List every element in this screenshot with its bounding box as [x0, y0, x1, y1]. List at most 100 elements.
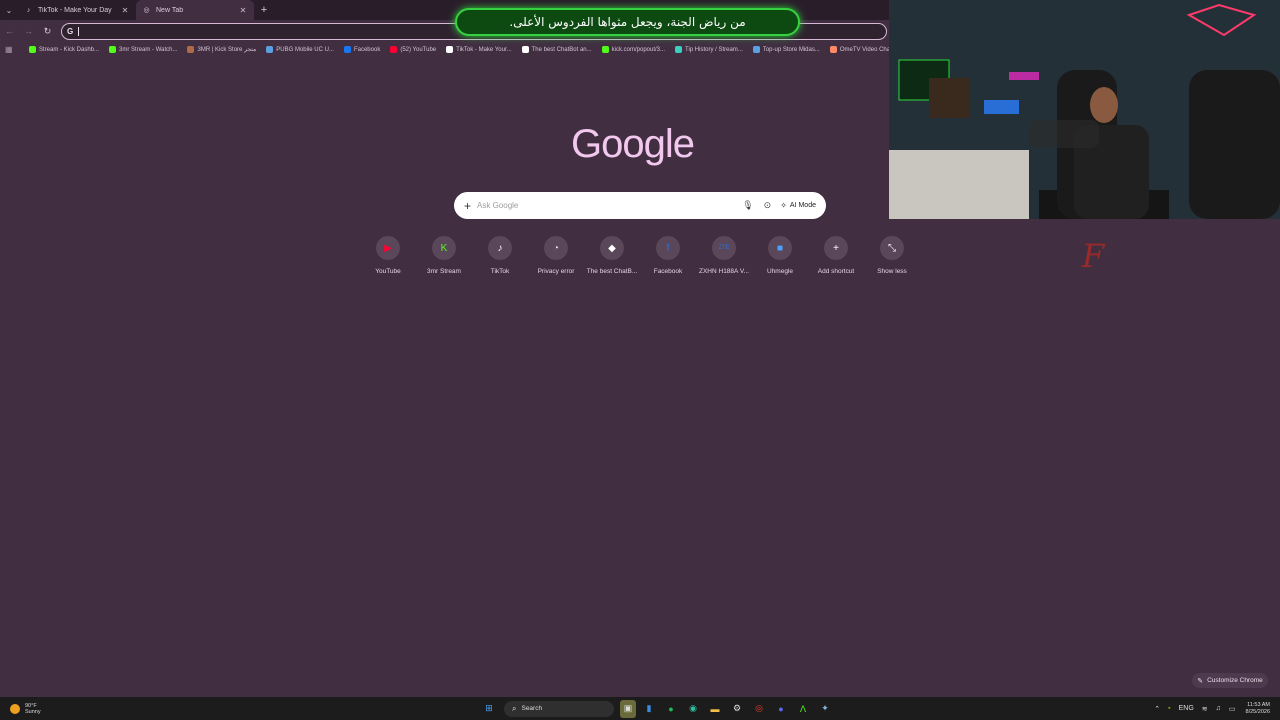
- close-icon[interactable]: ✕: [238, 6, 248, 15]
- ai-search-icon: ✧: [780, 201, 787, 210]
- customize-label: Customize Chrome: [1207, 677, 1263, 684]
- shortcut-tile[interactable]: K 3mr Stream: [416, 236, 472, 275]
- bookmark-label: kick.com/popout/3...: [611, 46, 666, 53]
- file-explorer-icon[interactable]: ▬: [706, 700, 724, 718]
- shortcut-tile[interactable]: ♪ TikTok: [472, 236, 528, 275]
- shortcut-tile[interactable]: ZTE ZXHN H188A V...: [696, 236, 752, 275]
- tab-new-tab[interactable]: ◎ New Tab ✕: [136, 0, 254, 20]
- shortcut-label: The best ChatB...: [586, 268, 638, 275]
- kick-icon: [109, 46, 117, 53]
- edge-icon[interactable]: ◉: [684, 700, 702, 718]
- bookmark-item[interactable]: PUBG Mobile UC U...: [266, 46, 334, 53]
- bookmark-item[interactable]: Stream - Kick Dashb...: [29, 46, 99, 53]
- kick-icon: K: [432, 236, 456, 260]
- youtube-icon: [390, 46, 398, 53]
- time: 11:53 AM: [1247, 701, 1270, 708]
- bookmark-item[interactable]: OmeTV Video Chat...: [829, 46, 897, 53]
- microphone-icon[interactable]: 🎙: [742, 200, 753, 211]
- app-icon[interactable]: ▮: [640, 700, 658, 718]
- weather-widget[interactable]: 90°F Sunny: [0, 703, 120, 715]
- volume-icon[interactable]: ♫: [1216, 705, 1221, 712]
- bookmark-item[interactable]: Tip History / Stream...: [675, 46, 743, 53]
- bookmark-item[interactable]: kick.com/popout/3...: [601, 46, 666, 53]
- bookmark-label: Facebook: [353, 46, 381, 53]
- chevron-up-icon[interactable]: ⌃: [1154, 705, 1160, 713]
- uhmegle-icon: ■: [768, 236, 792, 260]
- shortcut-tile[interactable]: ■ Uhmegle: [752, 236, 808, 275]
- chatbot-icon: [521, 46, 529, 53]
- language-indicator[interactable]: ENG: [1179, 705, 1194, 712]
- youtube-icon: ▶: [376, 236, 400, 260]
- bookmark-item[interactable]: Facebook: [343, 46, 381, 53]
- discord-icon[interactable]: ●: [772, 700, 790, 718]
- facebook-icon: f: [656, 236, 680, 260]
- bookmark-item[interactable]: Top-up Store Midas...: [752, 46, 820, 53]
- customize-chrome-button[interactable]: ✎ Customize Chrome: [1192, 673, 1268, 688]
- google-icon: G: [67, 26, 74, 36]
- shortcut-label: YouTube: [375, 268, 401, 275]
- ometv-icon: [829, 46, 837, 53]
- bookmark-label: 3mr Stream - Watch...: [119, 46, 178, 53]
- back-button[interactable]: ←: [0, 26, 19, 36]
- new-tab-button[interactable]: +: [256, 4, 272, 16]
- bookmark-label: PUBG Mobile UC U...: [276, 46, 334, 53]
- shortcut-tile[interactable]: ⤡ Show less: [864, 236, 920, 275]
- kick-studio-icon[interactable]: Λ: [794, 700, 812, 718]
- webcam-feed: [889, 0, 1280, 219]
- steam-icon[interactable]: ✦: [816, 700, 834, 718]
- sun-icon: [10, 703, 20, 714]
- shortcut-label: Show less: [877, 268, 907, 275]
- settings-icon[interactable]: ⚙: [728, 700, 746, 718]
- search-input[interactable]: Ask Google: [477, 201, 737, 210]
- shortcut-tile[interactable]: f Facebook: [640, 236, 696, 275]
- shortcut-label: ZXHN H188A V...: [699, 268, 749, 275]
- taskbar-search-label: Search: [521, 705, 543, 712]
- lens-icon[interactable]: ⊙: [764, 200, 772, 211]
- kick-icon: [29, 46, 36, 53]
- chatbot-icon: ◆: [600, 236, 624, 260]
- tip-icon: [675, 46, 683, 53]
- shortcut-label: Uhmegle: [766, 268, 793, 275]
- reload-button[interactable]: ↻: [38, 26, 57, 37]
- globe-icon: [752, 46, 760, 53]
- battery-icon[interactable]: ▭: [1229, 705, 1236, 713]
- bookmark-label: 3MR | Kick Store متجر: [197, 47, 257, 53]
- wifi-icon[interactable]: ≋: [1202, 705, 1208, 713]
- shortcut-label: Add shortcut: [817, 268, 855, 275]
- ai-mode-label: AI Mode: [789, 202, 816, 209]
- windows-start-icon[interactable]: ⊞: [480, 700, 498, 718]
- bookmark-label: TikTok - Make Your...: [456, 46, 512, 53]
- bookmark-item[interactable]: TikTok - Make Your...: [446, 46, 512, 53]
- kick-icon: [601, 46, 609, 53]
- shortcut-tile[interactable]: ▶ YouTube: [360, 236, 416, 275]
- add-icon[interactable]: +: [464, 199, 471, 213]
- shortcuts-grid: ▶ YouTube K 3mr Stream ♪ TikTok ◔ Privacy error…: [360, 236, 920, 275]
- bookmark-item[interactable]: The best ChatBot an...: [521, 46, 592, 53]
- shortcut-label: TikTok: [490, 268, 510, 275]
- shortcut-tile[interactable]: ◆ The best ChatB...: [584, 236, 640, 275]
- bookmark-item[interactable]: (52) YouTube: [390, 46, 436, 53]
- pencil-icon: ✎: [1197, 677, 1204, 685]
- bookmark-label: (52) YouTube: [400, 46, 437, 53]
- shortcut-label: Facebook: [653, 268, 683, 275]
- taskbar-search[interactable]: ⌕ Search: [504, 700, 614, 717]
- forward-button[interactable]: →: [19, 26, 38, 36]
- pubg-icon[interactable]: ▣: [620, 699, 636, 718]
- clock[interactable]: 11:53 AM 8/25/2026: [1246, 702, 1270, 716]
- chrome-icon[interactable]: ◎: [750, 700, 768, 718]
- bookmark-item[interactable]: 3mr Stream - Watch...: [109, 46, 177, 53]
- apps-grid-icon[interactable]: ▦: [5, 45, 19, 54]
- search-box[interactable]: + Ask Google 🎙 ⊙ ✧ AI Mode: [454, 192, 826, 219]
- bookmark-label: The best ChatBot an...: [531, 46, 592, 53]
- tiktok-icon: [446, 46, 454, 53]
- bookmark-item[interactable]: 3MR | Kick Store متجر: [187, 46, 256, 53]
- ai-mode-button[interactable]: ✧ AI Mode: [780, 201, 816, 210]
- close-icon[interactable]: ✕: [120, 6, 130, 15]
- shortcut-tile[interactable]: + Add shortcut: [808, 236, 864, 275]
- tab-tiktok[interactable]: ♪ TikTok - Make Your Day ✕: [18, 0, 136, 20]
- tab-search-button[interactable]: ⌄: [0, 0, 18, 20]
- spotify-icon[interactable]: ●: [662, 700, 680, 718]
- nvidia-icon[interactable]: ▪: [1168, 705, 1170, 712]
- collapse-icon: ⤡: [880, 236, 904, 260]
- shortcut-tile[interactable]: ◔ Privacy error: [528, 236, 584, 275]
